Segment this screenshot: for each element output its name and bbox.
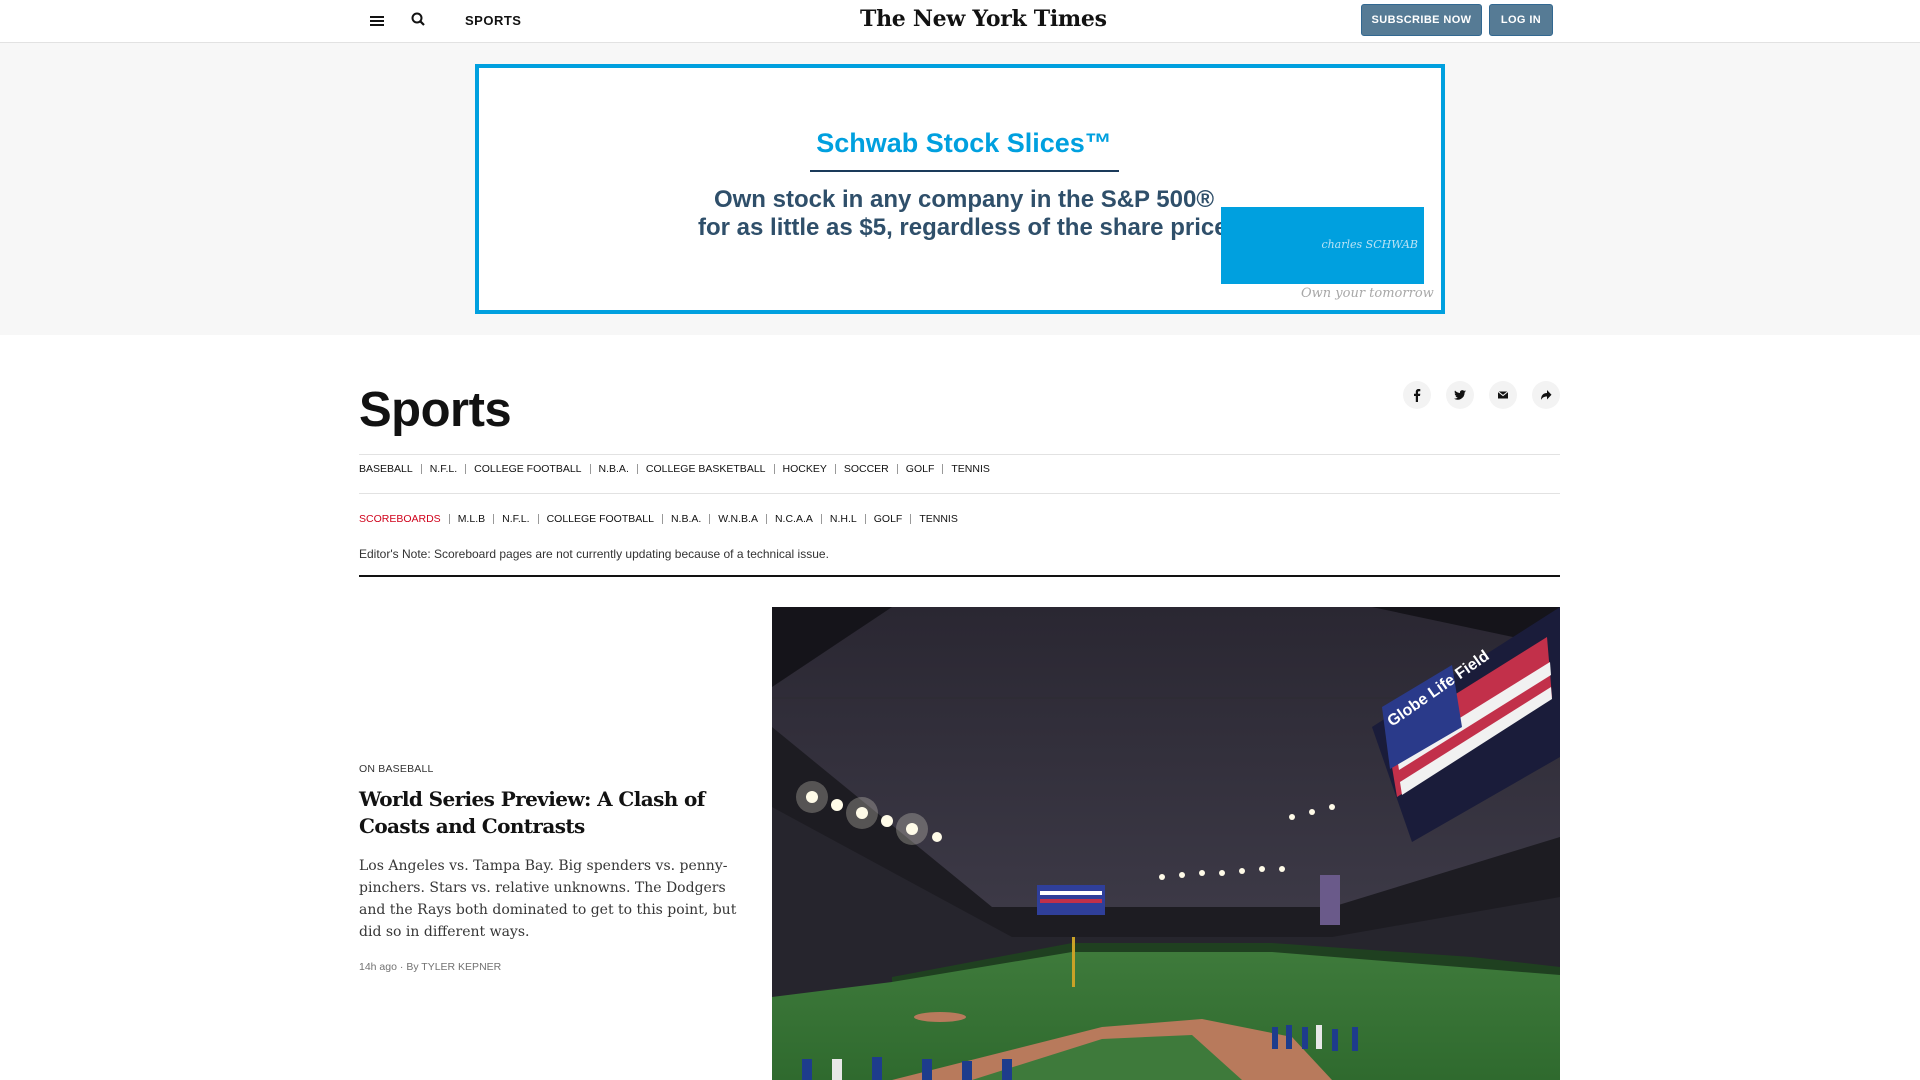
facebook-icon[interactable] bbox=[1403, 381, 1431, 409]
nav-separator bbox=[765, 514, 767, 524]
subnav-item[interactable]: BASEBALL bbox=[359, 463, 413, 475]
scorenav-item[interactable]: SCOREBOARDS bbox=[359, 513, 441, 525]
ad-brand-logo: charles SCHWAB bbox=[1321, 238, 1418, 251]
ad-title: Schwab Stock Slices™ bbox=[816, 128, 1112, 158]
scorenav-item[interactable]: N.H.L bbox=[830, 513, 857, 525]
subnav-item[interactable]: TENNIS bbox=[951, 463, 990, 475]
scorenav-item[interactable]: N.F.L. bbox=[502, 513, 529, 525]
scoreboard-nav: SCOREBOARDS M.L.B N.F.L. COLLEGE FOOTBALL N.… bbox=[359, 513, 958, 525]
nav-separator bbox=[942, 464, 944, 474]
story-headline[interactable]: World Series Preview: A Clash of Coasts … bbox=[359, 786, 744, 840]
scorenav-item[interactable]: TENNIS bbox=[919, 513, 958, 525]
ad-copy-line-2: for as little as $5, regardless of the s… bbox=[698, 214, 1228, 241]
login-button[interactable]: LOG IN bbox=[1489, 4, 1553, 36]
story-summary: Los Angeles vs. Tampa Bay. Big spenders … bbox=[359, 858, 737, 940]
top-bar: SPORTS The New York Times SUBSCRIBE NOW … bbox=[0, 0, 1920, 43]
divider bbox=[359, 454, 1560, 455]
advertisement[interactable]: Schwab Stock Slices™ Own stock in any co… bbox=[475, 64, 1445, 314]
section-label[interactable]: SPORTS bbox=[465, 13, 521, 28]
nav-separator bbox=[773, 464, 775, 474]
story-kicker[interactable]: ON BASEBALL bbox=[359, 763, 434, 775]
nav-separator bbox=[709, 514, 711, 524]
nav-separator bbox=[493, 514, 495, 524]
scorenav-item[interactable]: W.N.B.A bbox=[718, 513, 758, 525]
nav-separator bbox=[661, 514, 663, 524]
section-subnav: BASEBALL N.F.L. COLLEGE FOOTBALL N.B.A. COLL… bbox=[359, 463, 990, 475]
scorenav-item[interactable]: GOLF bbox=[874, 513, 903, 525]
ad-brand-box: charles SCHWAB bbox=[1221, 207, 1424, 284]
scorenav-item[interactable]: M.L.B bbox=[458, 513, 485, 525]
twitter-icon[interactable] bbox=[1446, 381, 1474, 409]
nav-separator bbox=[420, 464, 422, 474]
subnav-item[interactable]: COLLEGE FOOTBALL bbox=[474, 463, 581, 475]
subnav-item[interactable]: N.B.A. bbox=[599, 463, 629, 475]
divider bbox=[359, 493, 1560, 494]
story-byline: 14h ago · By TYLER KEPNER bbox=[359, 961, 502, 973]
nav-separator bbox=[834, 464, 836, 474]
story-author: By TYLER KEPNER bbox=[406, 961, 502, 973]
editor-note: Editor's Note: Scoreboard pages are not … bbox=[359, 547, 829, 561]
section-divider bbox=[359, 575, 1560, 577]
story-time: 14h ago bbox=[359, 961, 397, 973]
subnav-item[interactable]: GOLF bbox=[906, 463, 935, 475]
subnav-item[interactable]: HOCKEY bbox=[783, 463, 827, 475]
scorenav-item[interactable]: N.B.A. bbox=[671, 513, 701, 525]
nav-separator bbox=[896, 464, 898, 474]
subnav-item[interactable]: N.F.L. bbox=[430, 463, 457, 475]
scorenav-item[interactable]: COLLEGE FOOTBALL bbox=[547, 513, 654, 525]
story-photo[interactable]: Globe Life Field bbox=[772, 607, 1560, 1080]
nav-separator bbox=[537, 514, 539, 524]
nav-separator bbox=[465, 464, 467, 474]
email-icon[interactable] bbox=[1489, 381, 1517, 409]
search-icon[interactable] bbox=[409, 10, 429, 30]
page-title: Sports bbox=[359, 383, 512, 437]
ad-divider bbox=[810, 170, 1119, 172]
subscribe-button[interactable]: SUBSCRIBE NOW bbox=[1361, 4, 1482, 36]
nyt-logo[interactable]: The New York Times bbox=[860, 6, 1107, 32]
ad-tagline: Own your tomorrow bbox=[1301, 286, 1434, 301]
nav-separator bbox=[910, 514, 912, 524]
scorenav-item[interactable]: N.C.A.A bbox=[775, 513, 813, 525]
nav-separator bbox=[636, 464, 638, 474]
share-arrow-icon[interactable] bbox=[1532, 381, 1560, 409]
nav-separator bbox=[820, 514, 822, 524]
subnav-item[interactable]: SOCCER bbox=[844, 463, 889, 475]
nav-separator bbox=[864, 514, 866, 524]
nav-separator bbox=[448, 514, 450, 524]
subnav-item[interactable]: COLLEGE BASKETBALL bbox=[646, 463, 766, 475]
hamburger-menu-icon[interactable] bbox=[367, 12, 387, 30]
nav-separator bbox=[589, 464, 591, 474]
